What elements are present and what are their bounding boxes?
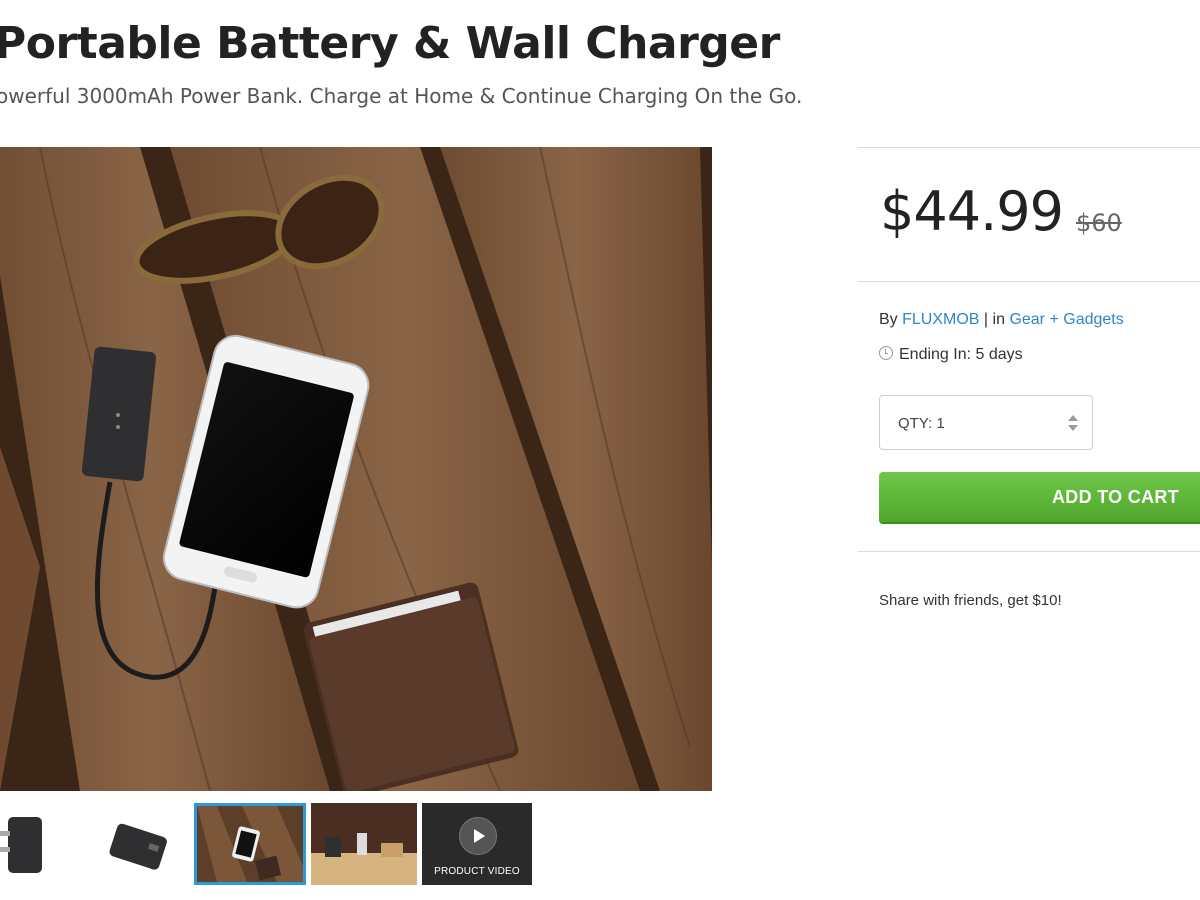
thumbnail-desk-photo[interactable]: [311, 803, 417, 885]
quantity-select[interactable]: QTY: 1: [879, 395, 1093, 450]
product-title: Portable Battery & Wall Charger: [0, 18, 780, 69]
original-price: $60: [1076, 209, 1122, 237]
divider-price: [858, 281, 1200, 282]
ending-line: Ending In: 5 days: [879, 346, 1023, 364]
seller-link[interactable]: FLUXMOB: [902, 311, 979, 328]
category-link[interactable]: Gear + Gadgets: [1009, 311, 1123, 328]
share-text[interactable]: Share with friends, get $10!: [879, 592, 1062, 609]
divider-bottom: [858, 551, 1200, 552]
by-label: By: [879, 311, 898, 328]
play-icon: [459, 817, 497, 855]
clock-icon: [879, 346, 893, 360]
product-main-image[interactable]: [0, 147, 712, 791]
video-label: PRODUCT VIDEO: [434, 866, 520, 877]
add-to-cart-label: ADD TO CART: [1052, 487, 1179, 507]
stepper-arrows-icon: [1068, 413, 1078, 433]
thumbnail-battery[interactable]: [84, 803, 186, 885]
in-label: in: [992, 311, 1005, 328]
thumbnail-wall-charger[interactable]: [0, 803, 52, 885]
ending-text: Ending In: 5 days: [899, 346, 1023, 363]
seller-line: By FLUXMOB | in Gear + Gadgets: [879, 311, 1124, 329]
add-to-cart-button[interactable]: ADD TO CART: [879, 472, 1200, 524]
separator: |: [983, 311, 989, 328]
current-price: $44.99: [880, 180, 1064, 243]
quantity-value: QTY: 1: [898, 415, 945, 432]
product-subtitle: owerful 3000mAh Power Bank. Charge at Ho…: [0, 84, 803, 108]
thumbnail-lifestyle-photo[interactable]: [194, 803, 306, 885]
thumbnail-product-video[interactable]: PRODUCT VIDEO: [422, 803, 532, 885]
divider-top: [858, 147, 1200, 148]
